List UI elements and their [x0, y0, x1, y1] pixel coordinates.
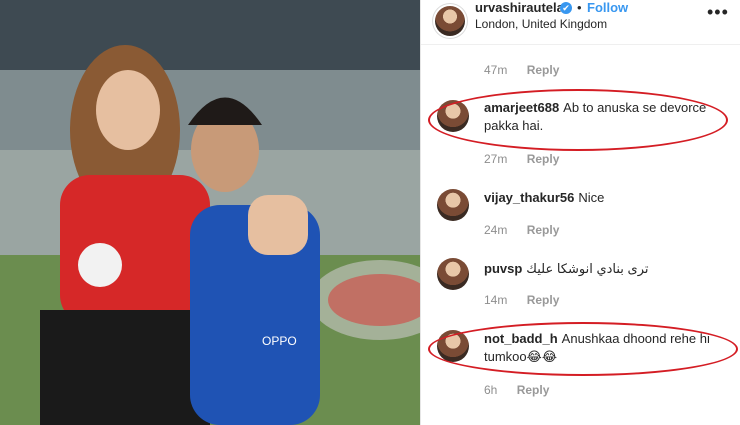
commenter-avatar[interactable] — [437, 258, 469, 290]
more-options-icon[interactable]: ••• — [707, 2, 729, 23]
comment-item: puvsp ترى بنادي انوشكا عليك — [421, 256, 740, 292]
commenter-avatar[interactable] — [437, 100, 469, 132]
verified-badge-icon: ✔ — [560, 2, 572, 14]
author-avatar[interactable] — [435, 6, 465, 36]
comment-time: 6h — [484, 383, 498, 397]
comment-time: 47m — [484, 63, 508, 77]
comment-time: 14m — [484, 293, 508, 307]
comment-meta: 47m Reply — [484, 63, 559, 77]
reply-button[interactable]: Reply — [527, 293, 560, 307]
reply-button[interactable]: Reply — [517, 383, 550, 397]
comment-item: amarjeet688 Ab to anuska se devorce pakka… — [421, 92, 740, 152]
commenter-avatar[interactable] — [437, 330, 469, 362]
comment-meta: 14m Reply — [484, 293, 559, 307]
commenter-username[interactable]: puvsp — [484, 261, 522, 276]
comment-text-block: not_badd_h Anushkaa dhoond rehe hi tumkoo… — [484, 330, 729, 366]
jersey-brand-text: OPPO — [262, 334, 297, 348]
photo-illustration: OPPO — [0, 0, 420, 425]
commenter-username[interactable]: not_badd_h — [484, 331, 558, 346]
commenter-avatar[interactable] — [437, 189, 469, 221]
comment-text-block: puvsp ترى بنادي انوشكا عليك — [484, 260, 724, 278]
reply-button[interactable]: Reply — [527, 223, 560, 237]
post-header: urvashirautela ✔ • Follow London, United… — [421, 0, 740, 45]
author-username[interactable]: urvashirautela — [475, 0, 564, 15]
comment-time: 24m — [484, 223, 508, 237]
post-location[interactable]: London, United Kingdom — [475, 17, 607, 31]
commenter-username[interactable]: amarjeet688 — [484, 100, 559, 115]
reply-button[interactable]: Reply — [527, 63, 560, 77]
comment-item: not_badd_h Anushkaa dhoond rehe hi tumkoo… — [421, 326, 740, 376]
comment-text-block: amarjeet688 Ab to anuska se devorce pakka… — [484, 99, 724, 135]
comment-meta: 24m Reply — [484, 223, 559, 237]
comment-time: 27m — [484, 152, 508, 166]
header-separator: • — [577, 0, 582, 15]
comment-meta: 6h Reply — [484, 383, 549, 397]
comment-meta: 27m Reply — [484, 152, 559, 166]
commenter-username[interactable]: vijay_thakur56 — [484, 190, 574, 205]
post-photo[interactable]: OPPO — [0, 0, 420, 425]
comment-body: Nice — [578, 190, 605, 205]
follow-button[interactable]: Follow — [587, 0, 628, 15]
comment-item: vijay_thakur56 Nice — [421, 185, 740, 221]
comment-body: ترى بنادي انوشكا عليك — [526, 261, 649, 276]
reply-button[interactable]: Reply — [527, 152, 560, 166]
comment-text-block: vijay_thakur56 Nice — [484, 189, 724, 207]
